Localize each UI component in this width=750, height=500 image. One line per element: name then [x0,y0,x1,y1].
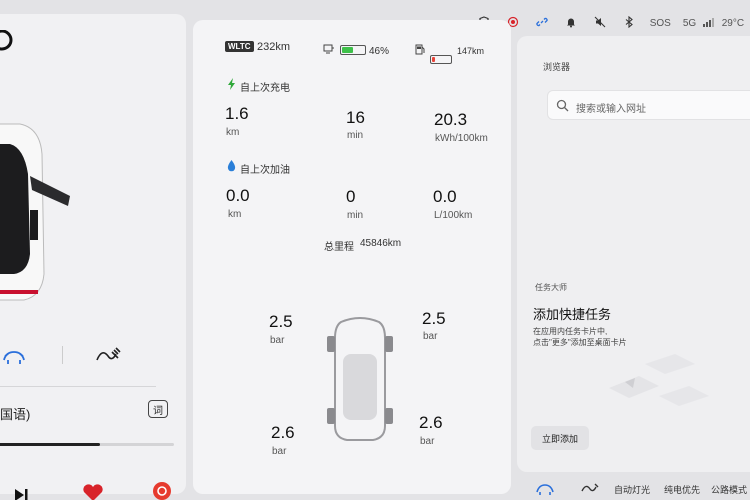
tire-rear-right-value: 2.6 [419,413,443,432]
charge-time-unit: min [347,130,364,141]
music-app-icon[interactable] [152,481,172,500]
refuel-consumption-value: 0.0 [433,187,457,206]
heart-icon[interactable] [82,484,104,500]
dock-road-mode[interactable]: 公路模式 [711,483,747,496]
fuel-fill [432,57,435,62]
wltc-range: 232km [257,41,291,53]
battery-gauge [340,45,366,55]
tire-front-left-value: 2.5 [269,312,293,331]
playback-progress-fill [0,443,101,446]
vehicle-media-panel: 国语) 词 [0,14,186,500]
bluetooth-icon[interactable] [615,15,644,31]
dock-ev-priority[interactable]: 纯电优先 [664,483,700,496]
cards-panel: 浏览器 搜索或输入网址 任务大师 添加快捷任务 在应用内任务卡片中, 点击"更多… [517,36,750,472]
search-icon [556,99,569,112]
task-master-desc-2: 点击"更多"添加至桌面卡片 [533,338,627,347]
signal-icon [702,17,716,30]
refuel-time-unit: min [347,210,364,221]
car-topdown-icon [327,317,393,441]
task-illustration [609,354,709,406]
charge-plug-icon[interactable] [94,344,122,366]
refuel-time-value: 0 [346,187,356,206]
power-ring-icon[interactable] [0,30,20,54]
battery-percent: 46% [369,46,390,57]
refuel-consumption-unit: L/100km [434,210,473,221]
charge-distance-unit: km [226,127,240,138]
charge-distance-value: 1.6 [225,104,249,123]
tire-front-right-value: 2.5 [422,309,446,328]
mute-icon[interactable] [586,16,615,31]
wltc-badge: WLTC [225,41,254,52]
sos-label[interactable]: SOS [650,18,671,29]
tire-front-right-unit: bar [423,331,438,342]
fuel-range: 147km [457,46,485,56]
refuel-distance-unit: km [228,209,242,220]
next-track-icon[interactable] [14,488,30,500]
song-title: 国语) [0,407,31,422]
refuel-distance-value: 0.0 [226,186,250,205]
task-master-heading: 添加快捷任务 [533,307,612,322]
status-bar: SOS 5G 29°C [470,10,750,36]
add-now-button[interactable]: 立即添加 [531,426,589,450]
charge-consumption-value: 20.3 [434,110,468,129]
link-icon[interactable] [528,16,557,31]
task-master-desc-1: 在应用内任务卡片中, [533,327,608,336]
search-placeholder: 搜索或输入网址 [576,104,646,115]
since-charge-title: 自上次充电 [240,83,290,94]
divider [0,386,156,387]
car-image [0,123,70,301]
task-master-title: 任务大师 [535,283,567,292]
charge-time-value: 16 [346,108,365,127]
odometer-value: 45846km [360,238,402,249]
car-lift-icon[interactable] [2,344,28,366]
bell-icon[interactable] [557,16,586,31]
dock-car-lift-icon[interactable] [535,480,555,496]
tire-rear-right-unit: bar [420,436,435,447]
browser-title: 浏览器 [543,62,571,72]
charge-consumption-unit: kWh/100km [435,133,488,144]
vehicle-info-panel: WLTC 232km 46% 147km 自上次充电 1.6 km 16 min… [193,20,511,494]
odometer-label: 总里程 [324,242,354,253]
playback-progress[interactable] [0,443,174,446]
tire-front-left-unit: bar [270,335,285,346]
battery-fill [342,47,354,53]
temperature-label: 29°C [721,17,745,29]
tire-rear-left-value: 2.6 [271,423,295,442]
lightning-icon [228,78,235,90]
fuel-gauge [430,55,452,64]
fuel-drop-icon [227,160,236,172]
dock-auto-lights[interactable]: 自动灯光 [614,483,650,496]
divider [62,346,63,364]
network-label: 5G [682,17,697,29]
since-refuel-title: 自上次加油 [240,165,290,176]
lyrics-button[interactable]: 词 [148,400,168,418]
tire-rear-left-unit: bar [272,446,287,457]
fuel-pump-icon [415,44,425,55]
ev-plug-icon [323,44,334,54]
dock-charge-icon[interactable] [580,481,600,495]
browser-search-input[interactable]: 搜索或输入网址 [547,90,750,120]
